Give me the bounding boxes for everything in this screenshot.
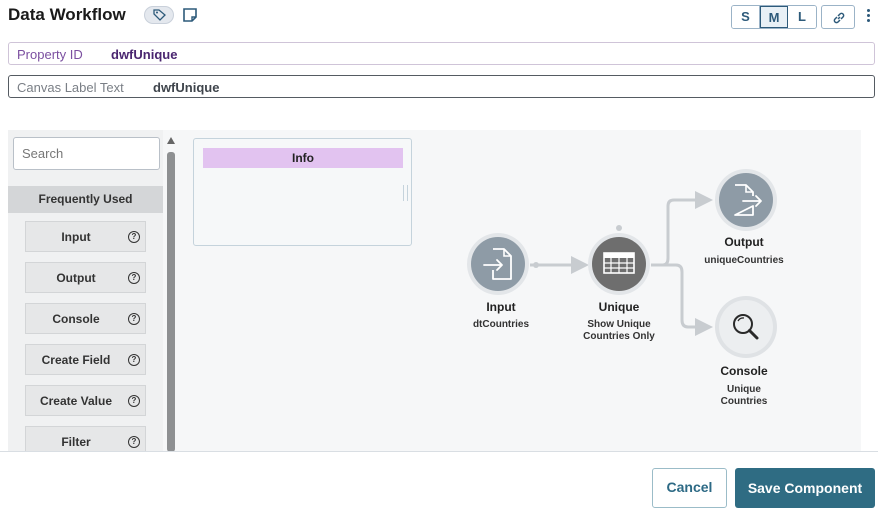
connector-dot — [533, 262, 539, 268]
size-medium-button[interactable]: M — [760, 6, 788, 28]
link-icon — [833, 12, 845, 24]
connection-unique-console — [651, 263, 713, 336]
header: Data Workflow S M L — [0, 0, 878, 34]
size-large-button[interactable]: L — [788, 6, 816, 28]
node-input-subtitle: dtCountries — [472, 319, 530, 330]
canvas-label-field[interactable]: Canvas Label Text dwfUnique — [8, 75, 875, 98]
page-title: Data Workflow — [8, 5, 126, 24]
tag-button[interactable] — [144, 6, 174, 24]
node-console — [715, 296, 777, 358]
more-options-icon[interactable] — [861, 7, 875, 27]
link-button[interactable] — [821, 5, 855, 29]
save-component-button[interactable]: Save Component — [735, 468, 875, 508]
workflow-canvas[interactable]: Frequently Used Input ? Output ? Console… — [8, 130, 861, 452]
tag-icon — [153, 9, 166, 21]
node-console-subtitle-2: Countries — [720, 396, 768, 407]
node-output — [715, 169, 777, 231]
property-id-label: Property ID — [17, 47, 83, 62]
cancel-button[interactable]: Cancel — [652, 468, 727, 508]
node-console-title: Console — [720, 364, 768, 378]
canvas-label-value: dwfUnique — [153, 80, 220, 95]
node-unique — [588, 233, 650, 295]
node-output-subtitle: uniqueCountries — [704, 255, 784, 266]
note-icon[interactable] — [182, 7, 198, 23]
size-small-button[interactable]: S — [732, 6, 760, 28]
footer-divider — [0, 451, 878, 452]
node-input-title: Input — [486, 300, 516, 314]
canvas-label-label: Canvas Label Text — [17, 80, 124, 95]
node-unique-subtitle-1: Show Unique — [587, 319, 651, 330]
size-toggle-group: S M L — [731, 5, 817, 29]
node-unique-subtitle-2: Countries Only — [583, 331, 655, 342]
node-console-subtitle-1: Unique — [727, 384, 761, 395]
connector-dot — [616, 225, 622, 231]
node-output-title: Output — [724, 235, 764, 249]
node-unique-title: Unique — [598, 300, 640, 314]
node-input — [467, 233, 529, 295]
property-id-field[interactable]: Property ID dwfUnique — [8, 42, 875, 65]
property-id-value: dwfUnique — [111, 47, 178, 62]
